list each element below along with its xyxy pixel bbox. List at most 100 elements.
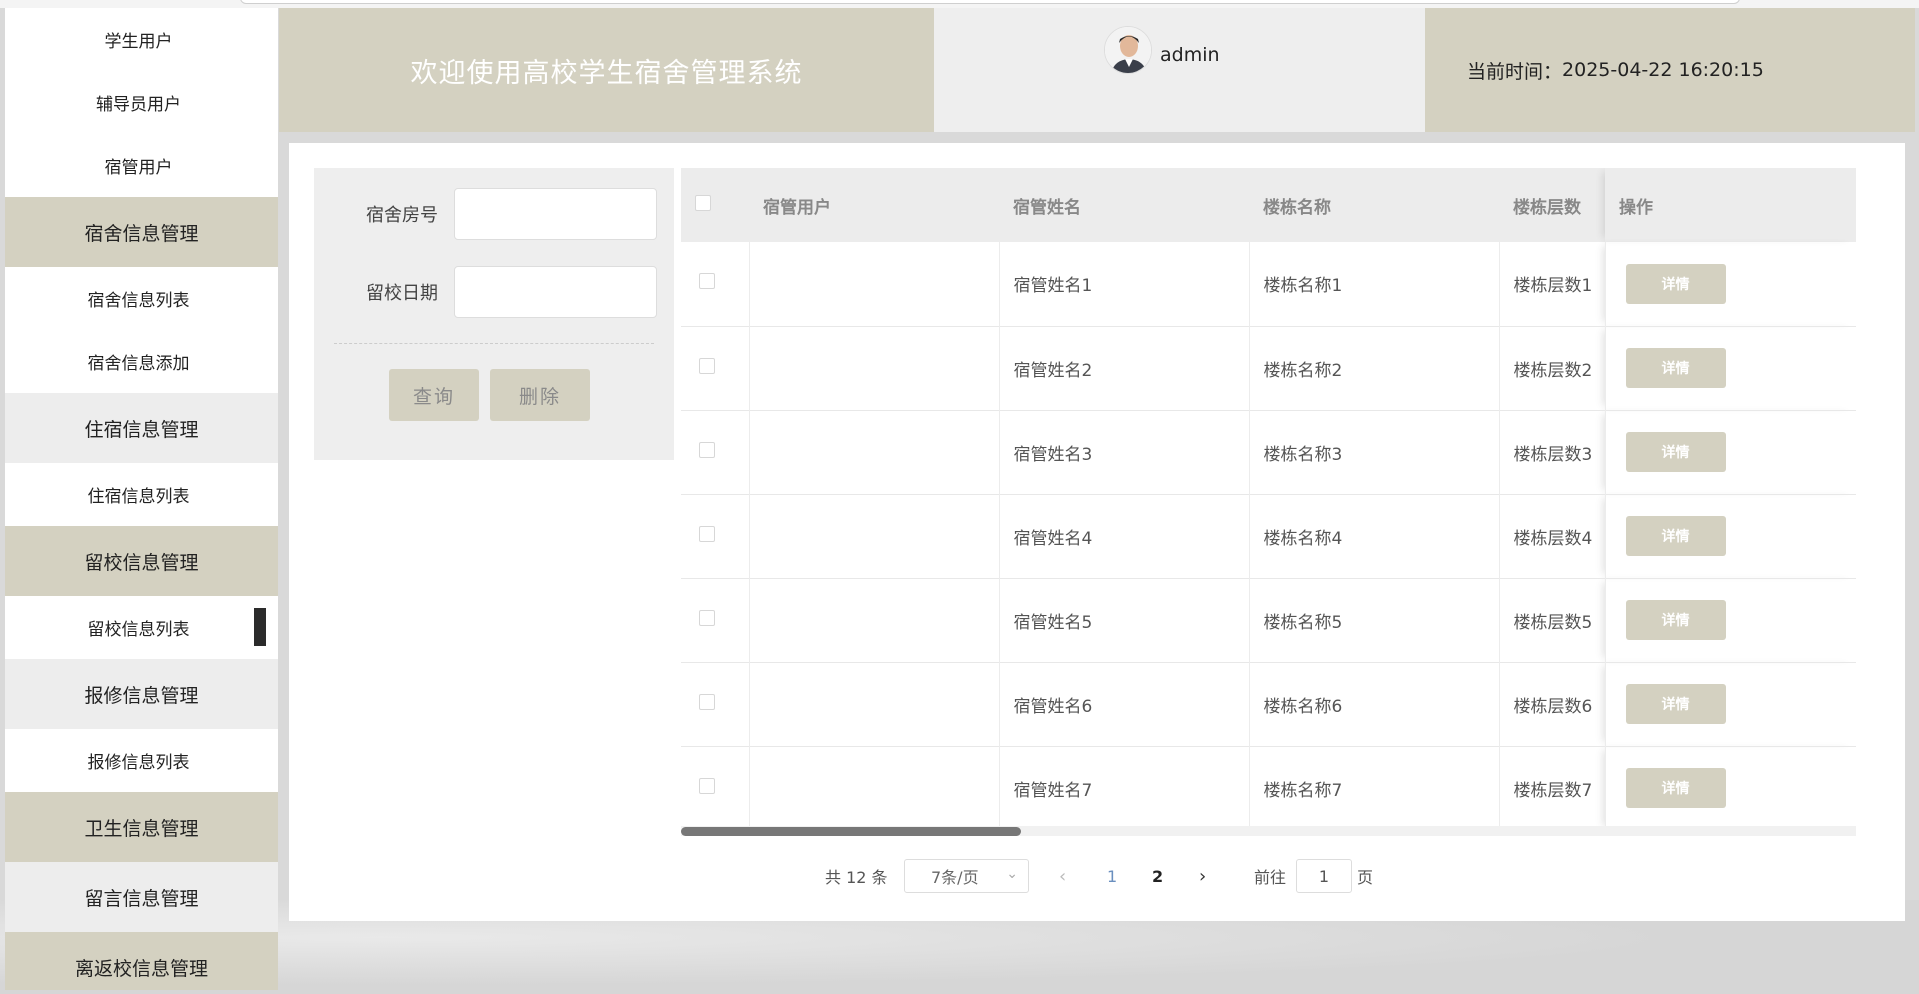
page-1[interactable]: 1 bbox=[1107, 867, 1117, 886]
table-row: 宿管姓名7 楼栋名称7 楼栋层数7 详情 bbox=[681, 746, 1856, 830]
page-size-value: 7条/页 bbox=[931, 868, 979, 887]
detail-button[interactable]: 详情 bbox=[1625, 684, 1726, 724]
table-cell: 详情 bbox=[1605, 662, 1856, 746]
sidebar-item[interactable]: 留校信息列表 bbox=[5, 596, 278, 659]
table-cell: 详情 bbox=[1605, 242, 1856, 326]
goto-page-input[interactable] bbox=[1296, 859, 1352, 893]
sidebar-group[interactable]: 报修信息管理 bbox=[5, 659, 278, 729]
search-panel: 宿舍房号 留校日期 查询 删除 bbox=[314, 168, 674, 460]
detail-button[interactable]: 详情 bbox=[1625, 263, 1726, 304]
sidebar-item-label: 留言信息管理 bbox=[84, 887, 199, 910]
page-size-select[interactable]: 7条/页 ⌄ bbox=[904, 859, 1029, 893]
table-cell: 楼栋层数3 bbox=[1499, 410, 1606, 494]
table-cell: 宿管姓名4 bbox=[999, 494, 1250, 578]
row-checkbox[interactable] bbox=[699, 441, 715, 458]
detail-button[interactable]: 详情 bbox=[1625, 348, 1726, 388]
table-cell: 楼栋层数7 bbox=[1499, 746, 1606, 830]
table-cell: 楼栋名称2 bbox=[1249, 326, 1500, 410]
table-cell: 楼栋名称4 bbox=[1249, 494, 1500, 578]
table-cell: 宿管姓名2 bbox=[999, 326, 1250, 410]
row-checkbox[interactable] bbox=[699, 693, 715, 710]
sidebar-item-label: 离返校信息管理 bbox=[74, 957, 208, 980]
table-cell: 楼栋层数5 bbox=[1499, 578, 1606, 662]
date-input[interactable] bbox=[454, 266, 657, 318]
table-cell bbox=[681, 662, 750, 746]
room-label: 宿舍房号 bbox=[366, 205, 438, 226]
username[interactable]: admin bbox=[1160, 44, 1220, 66]
table-cell: 楼栋层数4 bbox=[1499, 494, 1606, 578]
detail-button[interactable]: 详情 bbox=[1625, 516, 1726, 556]
table-cell: 楼栋名称1 bbox=[1249, 242, 1500, 326]
browser-top-strip bbox=[0, 0, 1919, 8]
pagination: 共 12 条 7条/页 ⌄ ‹ 1 2 › 前往 页 bbox=[289, 858, 1905, 894]
table-row: 宿管姓名6 楼栋名称6 楼栋层数6 详情 bbox=[681, 662, 1856, 746]
sidebar-group[interactable]: 卫生信息管理 bbox=[5, 792, 278, 862]
sidebar-group[interactable]: 宿舍信息管理 bbox=[5, 197, 278, 267]
column-header: 宿管用户 bbox=[763, 197, 831, 218]
table-cell: 详情 bbox=[1605, 410, 1856, 494]
sidebar-item-label: 留校信息列表 bbox=[87, 620, 190, 640]
table-cell bbox=[681, 242, 750, 326]
time-value: 2025-04-22 16:20:15 bbox=[1562, 59, 1764, 81]
sidebar-item-label: 宿舍信息列表 bbox=[87, 291, 190, 311]
room-input[interactable] bbox=[454, 188, 657, 240]
horizontal-scrollbar[interactable] bbox=[681, 826, 1856, 836]
sidebar-group[interactable]: 留校信息管理 bbox=[5, 526, 278, 596]
detail-button[interactable]: 详情 bbox=[1625, 768, 1726, 808]
detail-button[interactable]: 详情 bbox=[1625, 600, 1726, 640]
sidebar-group[interactable]: 留言信息管理 bbox=[5, 862, 278, 932]
next-page-icon[interactable]: › bbox=[1199, 866, 1206, 887]
sidebar-item[interactable]: 报修信息列表 bbox=[5, 729, 278, 792]
table-row: 宿管姓名3 楼栋名称3 楼栋层数3 详情 bbox=[681, 410, 1856, 494]
table-row: 宿管姓名2 楼栋名称2 楼栋层数2 详情 bbox=[681, 326, 1856, 410]
query-button[interactable]: 查询 bbox=[389, 369, 489, 431]
sidebar-item[interactable]: 宿舍信息列表 bbox=[5, 267, 278, 330]
sidebar-group[interactable]: 住宿信息管理 bbox=[5, 393, 278, 463]
main-panel: 宿舍房号 留校日期 查询 删除 宿管用户 宿管姓名 楼栋名称 楼栋层数 操作 宿… bbox=[289, 143, 1905, 921]
current-time: 当前时间： 2025-04-22 16:20:15 bbox=[1425, 8, 1915, 132]
table-cell bbox=[681, 578, 750, 662]
table-cell bbox=[749, 326, 1000, 410]
row-checkbox[interactable] bbox=[699, 525, 715, 542]
system-title: 欢迎使用高校学生宿舍管理系统 bbox=[279, 8, 934, 132]
avatar-portrait-icon bbox=[1105, 27, 1151, 73]
sidebar-item[interactable]: 宿管用户 bbox=[5, 134, 278, 197]
scrollbar-thumb[interactable] bbox=[681, 827, 1021, 836]
table-cell bbox=[681, 410, 750, 494]
table-cell: 楼栋名称6 bbox=[1249, 662, 1500, 746]
table-cell: 宿管姓名3 bbox=[999, 410, 1250, 494]
table-cell bbox=[749, 494, 1000, 578]
table-cell: 宿管姓名7 bbox=[999, 746, 1250, 830]
avatar[interactable] bbox=[1104, 26, 1152, 74]
prev-page-icon[interactable]: ‹ bbox=[1059, 866, 1066, 887]
table-cell: 宿管姓名6 bbox=[999, 662, 1250, 746]
sidebar-item[interactable]: 学生用户 bbox=[5, 8, 278, 71]
sidebar-item[interactable]: 住宿信息列表 bbox=[5, 463, 278, 526]
row-checkbox[interactable] bbox=[699, 357, 715, 374]
table-row: 宿管姓名4 楼栋名称4 楼栋层数4 详情 bbox=[681, 494, 1856, 578]
table-cell: 宿管姓名1 bbox=[999, 242, 1250, 326]
table-cell: 详情 bbox=[1605, 578, 1856, 662]
select-all-checkbox[interactable] bbox=[695, 194, 711, 211]
detail-button[interactable]: 详情 bbox=[1625, 432, 1726, 472]
divider bbox=[334, 343, 654, 344]
row-checkbox[interactable] bbox=[699, 777, 715, 794]
table-row: 宿管姓名1 楼栋名称1 楼栋层数1 详情 bbox=[681, 242, 1856, 326]
table-cell bbox=[749, 662, 1000, 746]
sidebar-item-label: 报修信息列表 bbox=[87, 753, 190, 773]
date-row: 留校日期 bbox=[314, 266, 674, 318]
sidebar-group[interactable]: 离返校信息管理 bbox=[5, 932, 278, 990]
sidebar-item[interactable]: 宿舍信息添加 bbox=[5, 330, 278, 393]
page-2[interactable]: 2 bbox=[1152, 867, 1163, 886]
table-cell: 楼栋名称5 bbox=[1249, 578, 1500, 662]
table-cell bbox=[749, 578, 1000, 662]
sidebar-item[interactable]: 辅导员用户 bbox=[5, 71, 278, 134]
sidebar-item-label: 卫生信息管理 bbox=[84, 817, 199, 840]
row-checkbox[interactable] bbox=[699, 273, 715, 290]
table-cell bbox=[681, 746, 750, 830]
sidebar-item-label: 留校信息管理 bbox=[84, 551, 199, 574]
address-bar-edge bbox=[240, 0, 1740, 4]
user-area: admin bbox=[934, 8, 1425, 132]
delete-button[interactable]: 删除 bbox=[490, 369, 600, 431]
row-checkbox[interactable] bbox=[699, 609, 715, 626]
